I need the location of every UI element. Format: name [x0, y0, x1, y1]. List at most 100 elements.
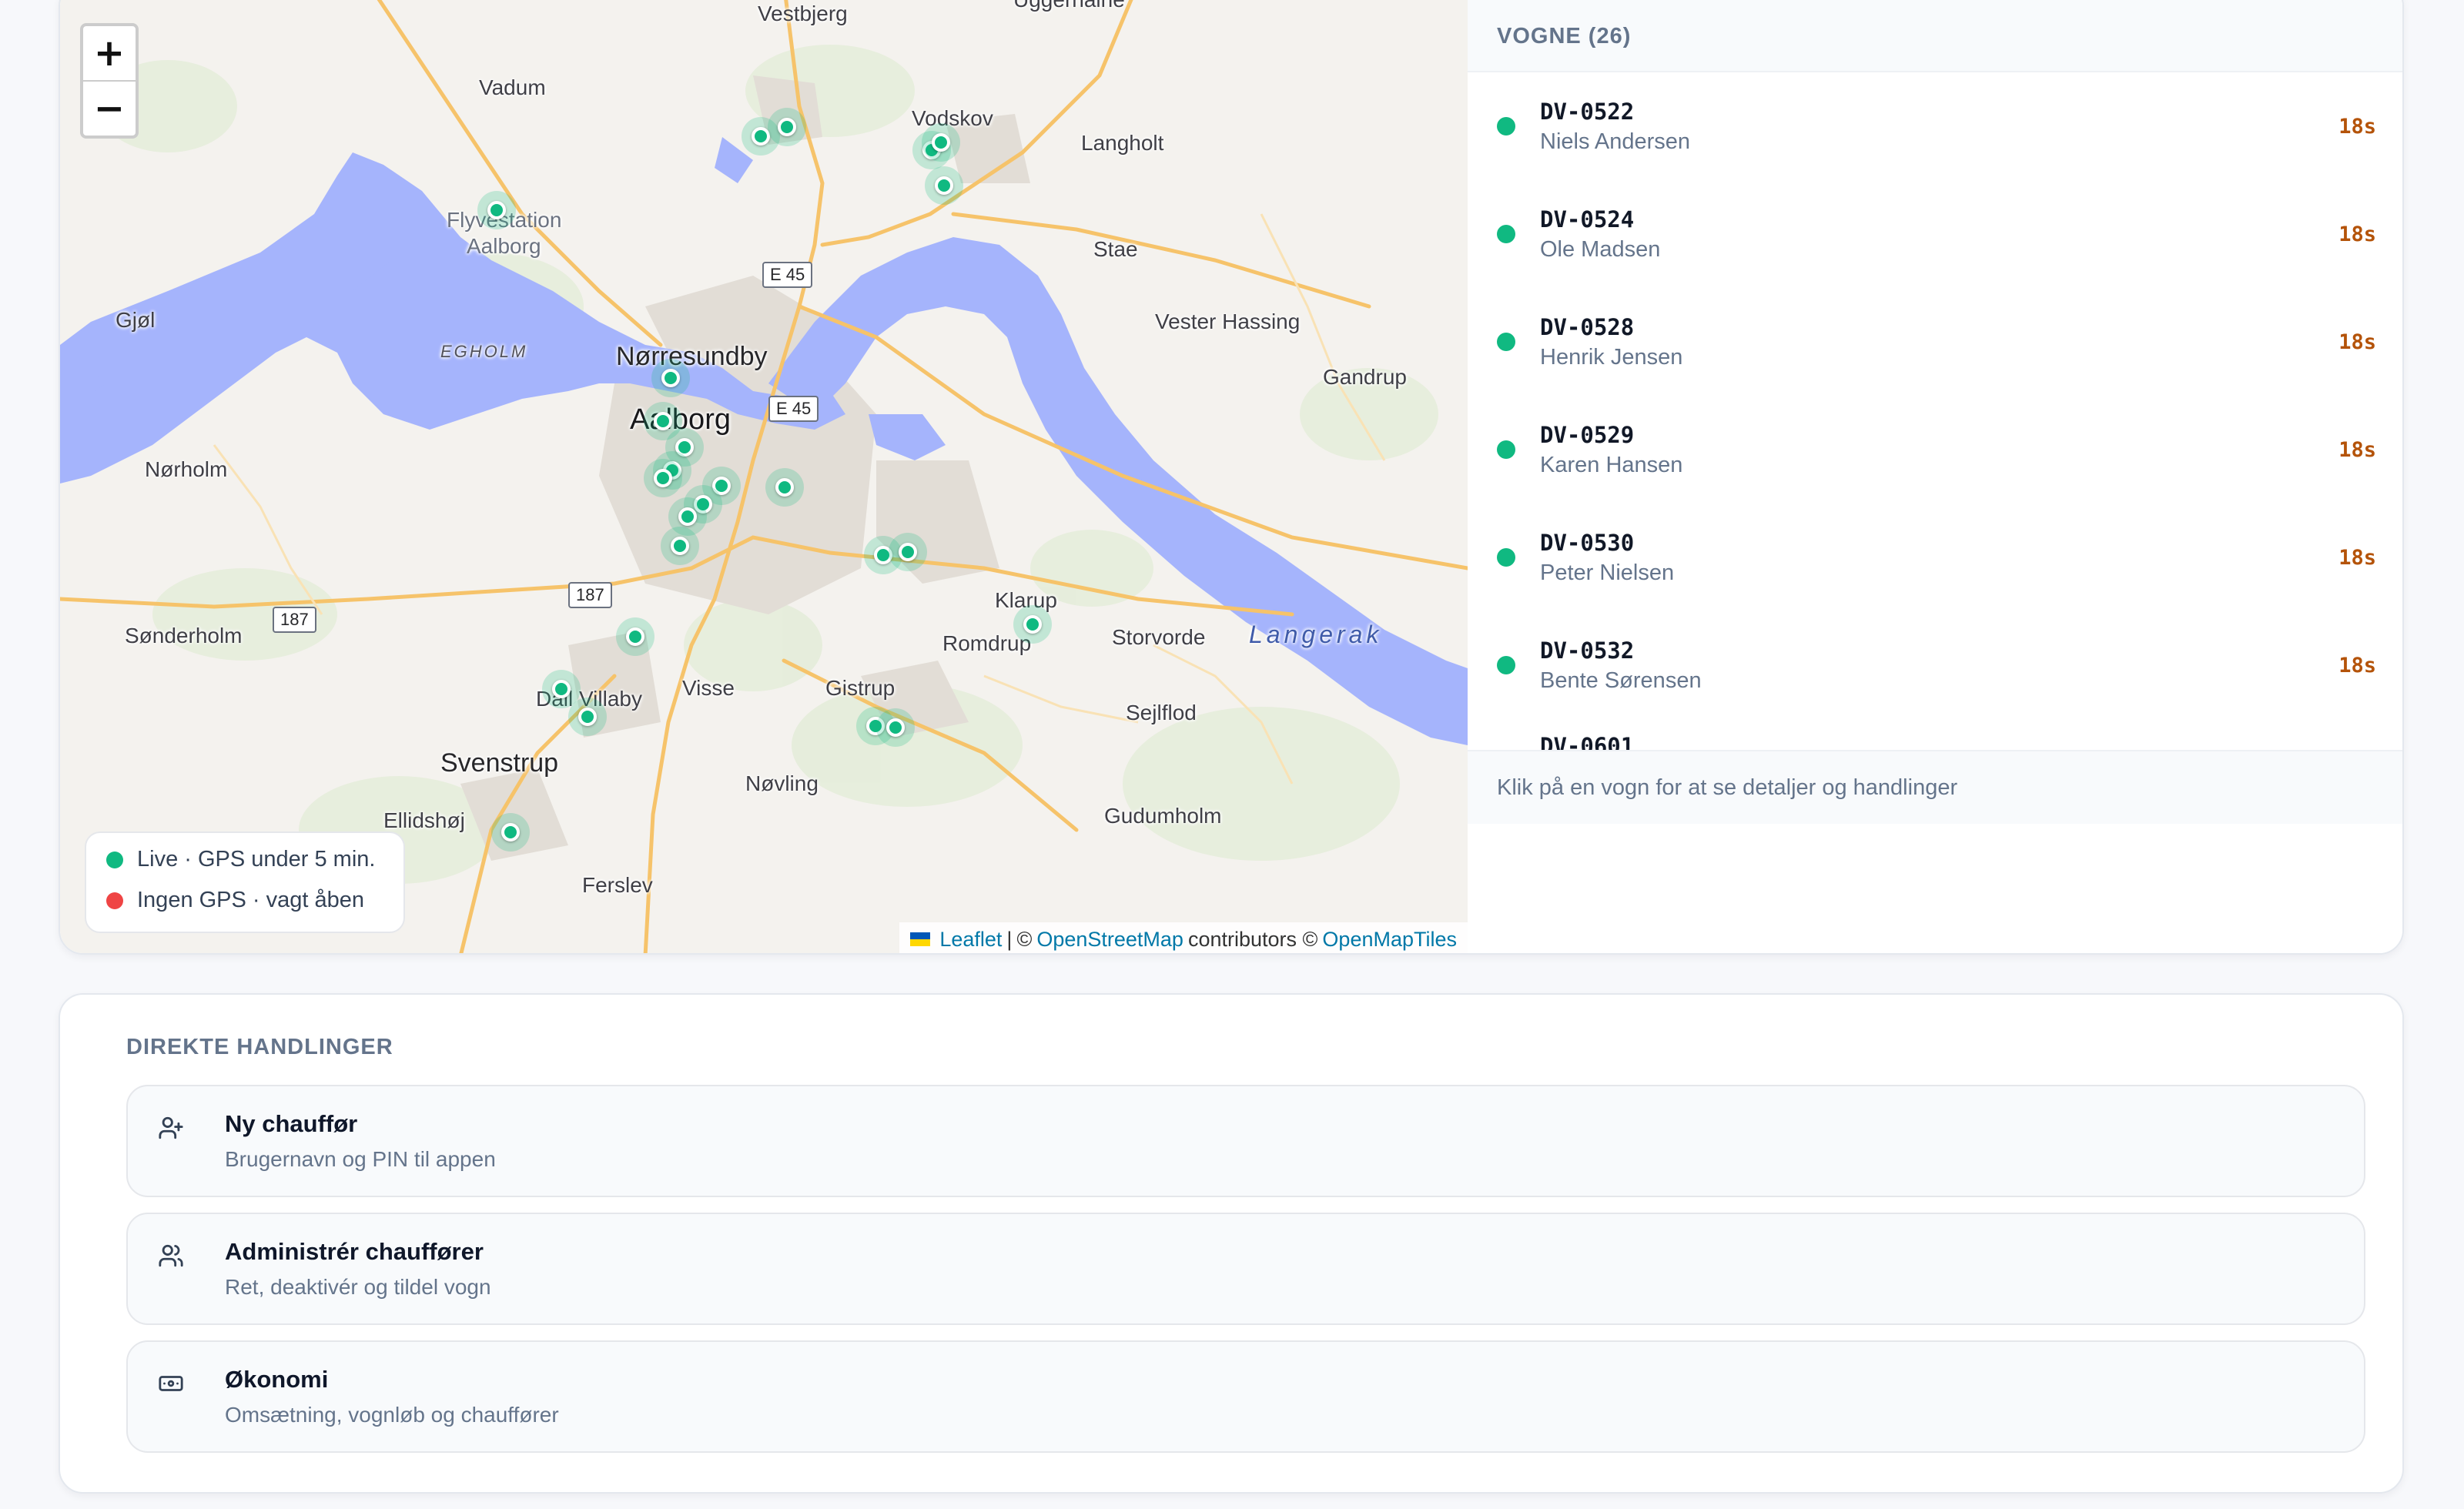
vehicle-row[interactable]: DV-0601 — [1468, 719, 2402, 750]
vehicle-marker[interactable] — [616, 617, 654, 656]
vehicle-marker[interactable] — [491, 813, 530, 852]
water-label: Langerak — [1249, 621, 1383, 648]
map-legend: Live · GPS under 5 min. Ingen GPS · vagt… — [85, 831, 405, 933]
place-label: Visse — [682, 676, 735, 700]
users-icon — [156, 1240, 186, 1271]
place-label: Ellidshøj — [383, 808, 465, 832]
vehicle-row[interactable]: DV-0528 Henrik Jensen 18s — [1468, 288, 2402, 396]
actions-section-title: DIREKTE HANDLINGER — [126, 1035, 393, 1059]
place-label: Stae — [1093, 237, 1138, 261]
action-subtitle: Brugernavn og PIN til appen — [225, 1147, 496, 1171]
legend-item-live: Live · GPS under 5 min. — [106, 847, 383, 872]
vehicle-marker[interactable] — [661, 527, 699, 565]
live-status-dot-icon — [1497, 440, 1515, 459]
vehicle-marker[interactable] — [644, 459, 682, 497]
vehicle-id: DV-0528 — [1540, 313, 1635, 340]
vehicle-marker[interactable] — [889, 533, 927, 571]
place-label: Langholt — [1081, 131, 1164, 155]
ukraine-flag-icon — [910, 932, 931, 946]
vehicle-id: DV-0529 — [1540, 421, 1635, 448]
vehicle-id: DV-0524 — [1540, 206, 1635, 233]
place-label: Vester Hassing — [1155, 309, 1301, 333]
place-label: Storvorde — [1112, 625, 1206, 649]
place-label: EGHOLM — [440, 342, 528, 361]
vehicle-id: DV-0532 — [1540, 637, 1635, 664]
place-label: Gjøl — [116, 308, 156, 332]
openmaptiles-link[interactable]: OpenMapTiles — [1322, 928, 1457, 952]
vehicle-driver: Karen Hansen — [1540, 452, 1683, 477]
attribution-contributors: contributors © — [1187, 927, 1318, 951]
zoom-in-button[interactable]: + — [83, 26, 136, 80]
place-label: Nøvling — [745, 771, 819, 795]
vehicle-driver: Bente Sørensen — [1540, 668, 1702, 693]
vehicle-marker[interactable] — [876, 708, 915, 747]
no-gps-status-dot-icon — [106, 892, 123, 909]
legend-live-label: Live · GPS under 5 min. — [137, 847, 376, 872]
live-status-dot-icon — [1497, 117, 1515, 136]
vehicle-marker[interactable] — [651, 359, 690, 397]
place-label: Aalborg — [467, 234, 541, 258]
vehicle-id: DV-0530 — [1540, 529, 1635, 556]
map-card: Vestbjerg Uggerhalne Vadum Vodskov Langh… — [59, 0, 2404, 955]
place-label: Ferslev — [582, 873, 653, 897]
place-label: Sejlflod — [1126, 701, 1197, 724]
fleet-map[interactable]: Vestbjerg Uggerhalne Vadum Vodskov Langh… — [60, 0, 1468, 953]
vehicle-gps-age: 18s — [2338, 653, 2376, 678]
vehicle-panel: VOGNE (26) DV-0522 Niels Andersen 18s DV… — [1468, 0, 2402, 953]
place-label: Gudumholm — [1104, 804, 1222, 828]
action-title: Administrér chauffører — [225, 1238, 484, 1265]
leaflet-link[interactable]: Leaflet — [939, 928, 1002, 952]
attribution-copyright: © — [1016, 927, 1033, 951]
road-shield: 187 — [568, 582, 612, 608]
economy-button[interactable]: Økonomi Omsætning, vognløb og chauffører — [126, 1340, 2365, 1453]
vehicle-gps-age: 18s — [2338, 330, 2376, 354]
user-plus-icon — [156, 1113, 186, 1143]
live-status-dot-icon — [1497, 548, 1515, 567]
vehicle-marker[interactable] — [568, 698, 607, 736]
vehicle-row[interactable]: DV-0522 Niels Andersen 18s — [1468, 72, 2402, 180]
live-status-dot-icon — [1497, 656, 1515, 674]
legend-no-gps-label: Ingen GPS · vagt åben — [137, 888, 365, 912]
actions-card: DIREKTE HANDLINGER Ny chauffør Brugernav… — [59, 993, 2404, 1494]
vehicle-marker[interactable] — [925, 166, 963, 205]
action-title: Økonomi — [225, 1366, 329, 1393]
vehicle-list[interactable]: DV-0522 Niels Andersen 18s DV-0524 Ole M… — [1468, 72, 2402, 750]
place-label: Vestbjerg — [758, 2, 848, 25]
vehicle-row[interactable]: DV-0532 Bente Sørensen 18s — [1468, 611, 2402, 719]
vehicle-row[interactable]: DV-0530 Peter Nielsen 18s — [1468, 504, 2402, 611]
vehicle-driver: Peter Nielsen — [1540, 560, 1675, 585]
vehicle-row[interactable]: DV-0529 Karen Hansen 18s — [1468, 396, 2402, 504]
vehicle-panel-title: VOGNE (26) — [1468, 0, 2402, 72]
legend-item-no-gps: Ingen GPS · vagt åben — [106, 888, 383, 913]
place-label: Gandrup — [1323, 365, 1407, 389]
vehicle-driver: Niels Andersen — [1540, 129, 1691, 154]
vehicle-id: DV-0601 — [1540, 733, 1635, 750]
openstreetmap-link[interactable]: OpenStreetMap — [1036, 928, 1183, 952]
map-attribution: Leaflet | © OpenStreetMap contributors ©… — [899, 922, 1468, 953]
vehicle-gps-age: 18s — [2338, 545, 2376, 570]
live-status-dot-icon — [106, 851, 123, 868]
place-label: Vadum — [479, 75, 546, 99]
banknote-icon — [156, 1368, 186, 1399]
place-label: Nørresundby — [616, 342, 768, 371]
vehicle-marker[interactable] — [477, 191, 516, 229]
place-label: Uggerhalne — [1013, 0, 1125, 12]
vehicle-gps-age: 18s — [2338, 222, 2376, 246]
vehicle-panel-hint: Klik på en vogn for at se detaljer og ha… — [1468, 750, 2402, 824]
attribution-separator: | — [1006, 927, 1013, 951]
road-shield: E 45 — [768, 396, 819, 422]
action-subtitle: Ret, deaktivér og tildel vogn — [225, 1275, 491, 1299]
zoom-control: + − — [80, 23, 139, 139]
vehicle-marker[interactable] — [922, 123, 960, 162]
vehicle-row[interactable]: DV-0524 Ole Madsen 18s — [1468, 180, 2402, 288]
vehicle-marker[interactable] — [765, 468, 804, 507]
place-label: Sønderholm — [125, 624, 243, 647]
vehicle-marker[interactable] — [1013, 605, 1052, 644]
manage-drivers-button[interactable]: Administrér chauffører Ret, deaktivér og… — [126, 1213, 2365, 1325]
vehicle-marker[interactable] — [768, 108, 806, 146]
live-status-dot-icon — [1497, 225, 1515, 243]
vehicle-id: DV-0522 — [1540, 98, 1635, 125]
new-driver-button[interactable]: Ny chauffør Brugernavn og PIN til appen — [126, 1085, 2365, 1197]
zoom-out-button[interactable]: − — [83, 80, 136, 136]
road-shield: 187 — [273, 607, 316, 633]
